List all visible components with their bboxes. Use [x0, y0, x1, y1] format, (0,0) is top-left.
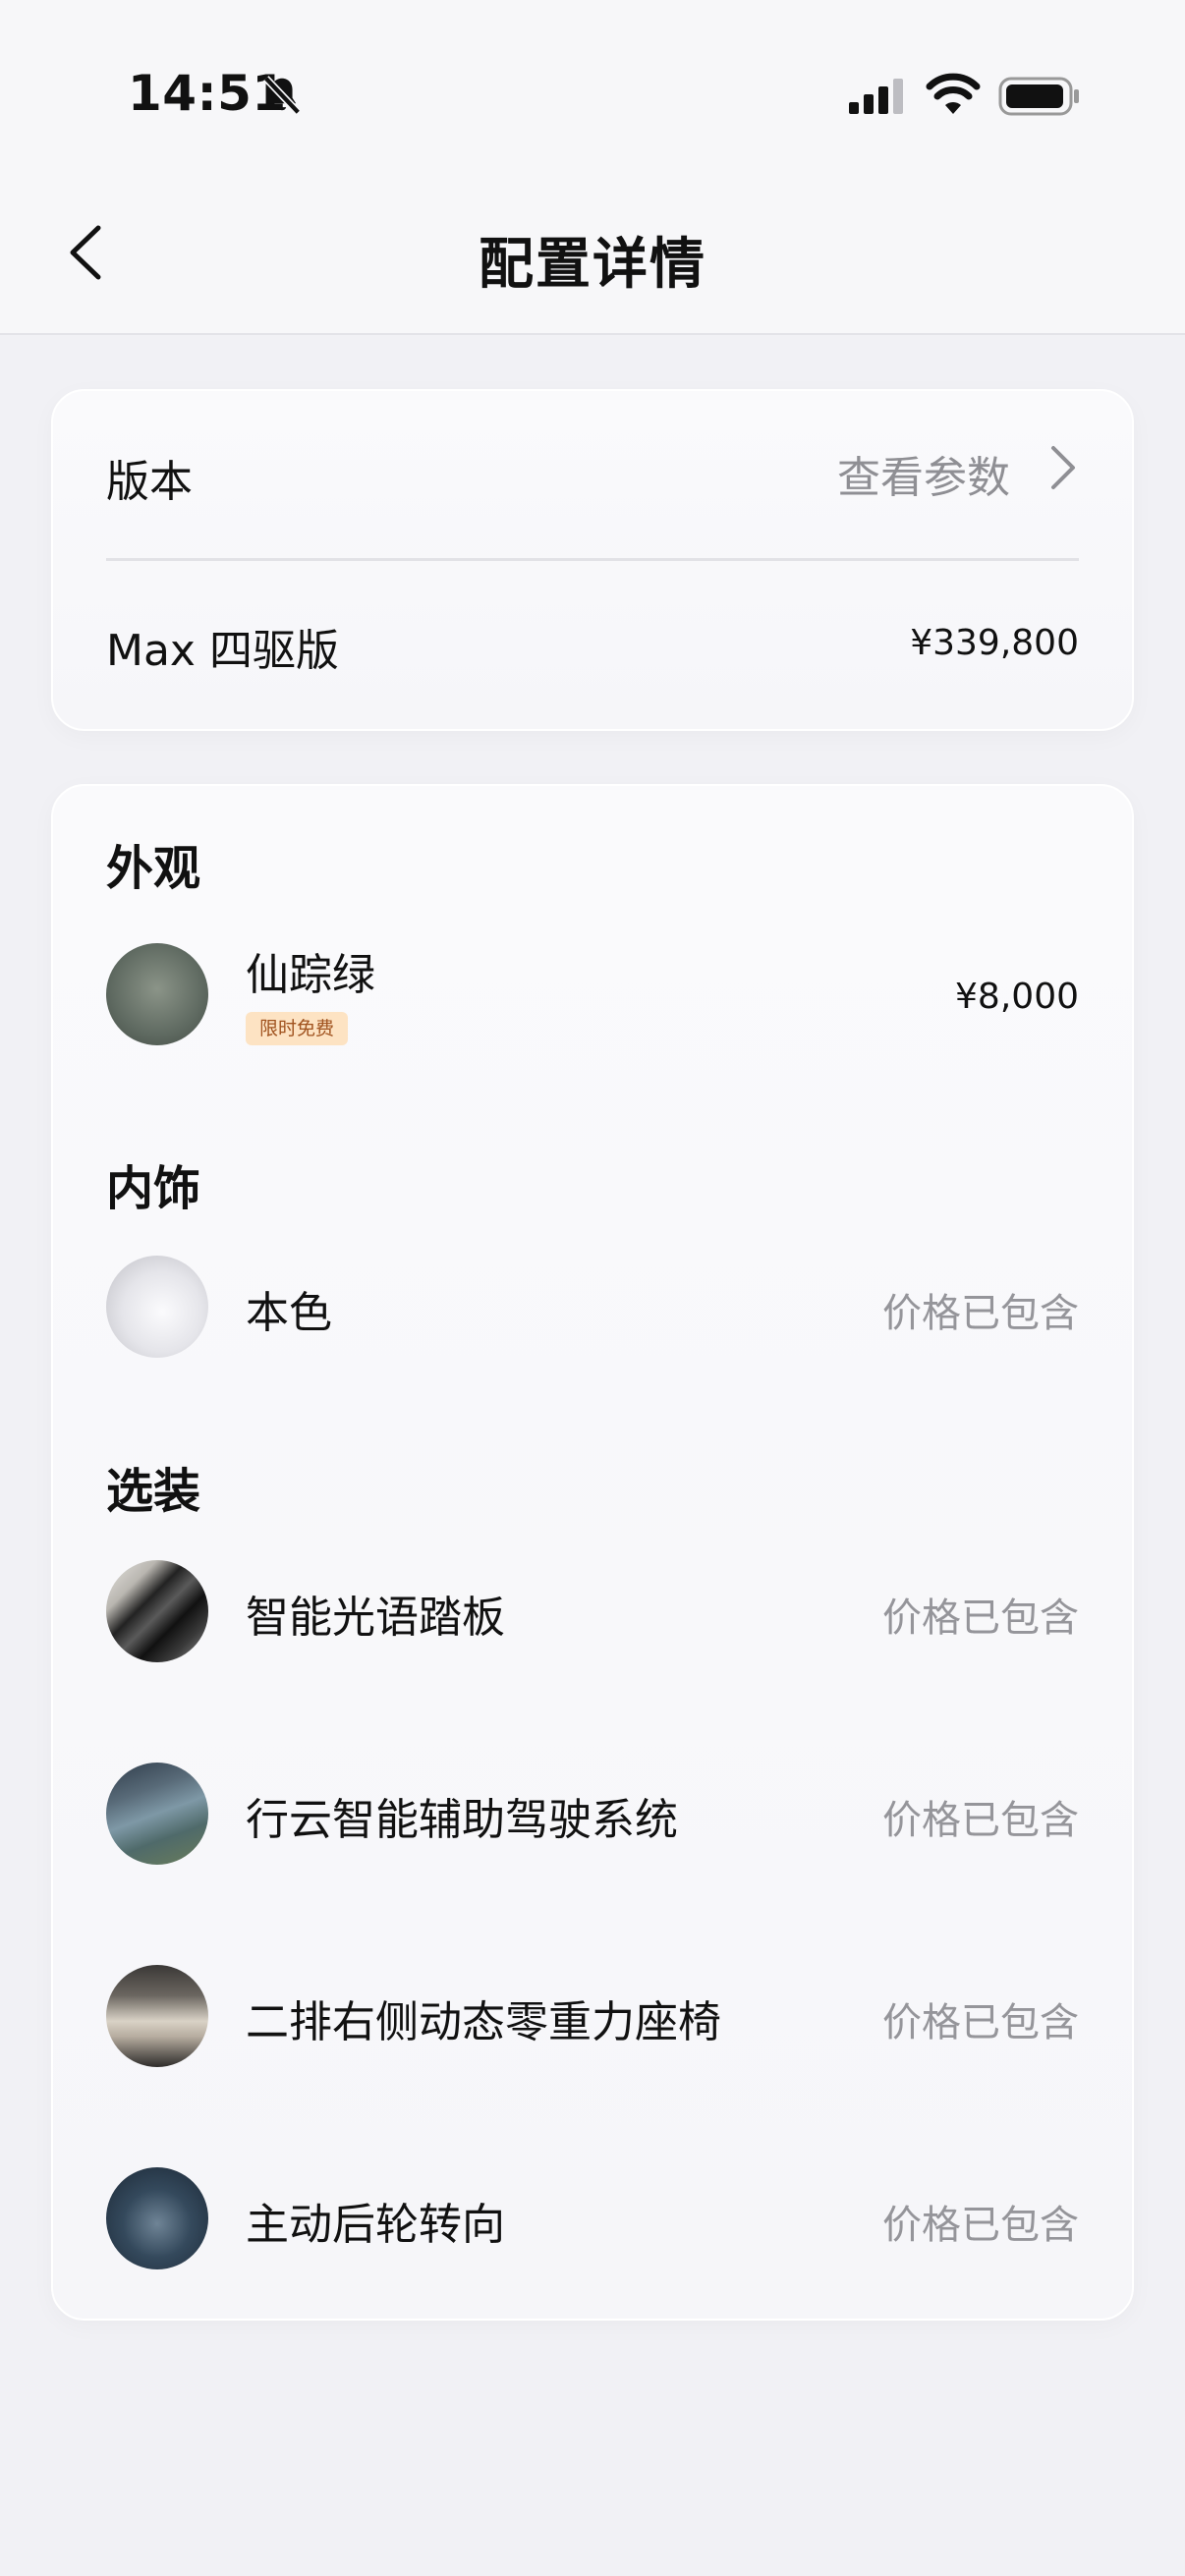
option-name: 行云智能辅助驾驶系统: [246, 1795, 678, 1845]
section-title-exterior: 外观: [106, 841, 201, 896]
bell-slash-icon: [262, 76, 302, 115]
cellular-signal-icon: [849, 79, 903, 114]
interior-color-name: 本色: [246, 1288, 332, 1338]
option-price: 价格已包含: [882, 1798, 1079, 1843]
light-pedal-thumbnail: [106, 1560, 208, 1662]
exterior-price: ¥8,000: [955, 977, 1079, 1017]
wifi-icon: [926, 73, 981, 114]
version-name: Max 四驱版: [106, 626, 339, 676]
zero-gravity-seat-thumbnail: [106, 1965, 208, 2067]
option-price: 价格已包含: [882, 1596, 1079, 1641]
battery-icon: [998, 77, 1079, 116]
view-params-label: 查看参数: [837, 453, 1010, 503]
section-title-options: 选装: [106, 1464, 201, 1519]
exterior-color-swatch: [106, 943, 208, 1045]
section-title-interior: 内饰: [106, 1161, 201, 1216]
exterior-color-name: 仙踪绿: [246, 950, 375, 1000]
version-card: 版本 查看参数 Max 四驱版 ¥339,800: [51, 389, 1134, 731]
rear-wheel-steering-thumbnail: [106, 2167, 208, 2269]
option-name: 二排右侧动态零重力座椅: [246, 1997, 721, 2047]
option-price: 价格已包含: [882, 2203, 1079, 2248]
page-title: 配置详情: [479, 233, 706, 297]
assisted-driving-thumbnail: [106, 1763, 208, 1865]
option-name: 主动后轮转向: [246, 2200, 505, 2250]
status-bar: 14:51: [0, 0, 1185, 187]
option-price: 价格已包含: [882, 2000, 1079, 2045]
interior-color-swatch: [106, 1256, 208, 1358]
limited-free-badge: 限时免费: [246, 1012, 348, 1045]
divider: [106, 558, 1079, 561]
navigation-bar: 14:51 配置详情: [0, 0, 1185, 335]
configuration-card: 外观 仙踪绿 限时免费 ¥8,000 内饰 本色 价格已包含 选装 智能光语踏板…: [51, 784, 1134, 2321]
interior-price: 价格已包含: [882, 1291, 1079, 1336]
version-price: ¥339,800: [910, 623, 1079, 663]
version-label: 版本: [106, 457, 193, 507]
view-params-link[interactable]: 查看参数: [837, 442, 1079, 505]
option-name: 智能光语踏板: [246, 1593, 505, 1643]
chevron-right-icon: [1051, 446, 1075, 489]
